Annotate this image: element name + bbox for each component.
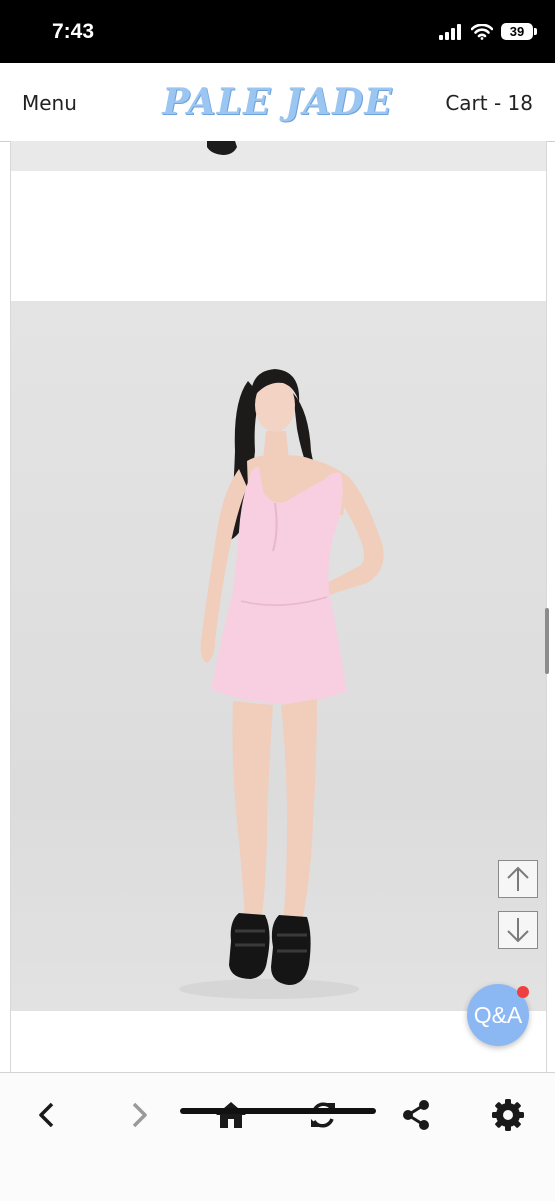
forward-icon xyxy=(132,1102,147,1128)
scroll-bottom-button[interactable] xyxy=(498,911,538,949)
home-button[interactable] xyxy=(209,1093,253,1137)
site-header: Menu PALE JADE Cart - 18 xyxy=(0,63,555,142)
refresh-button[interactable] xyxy=(301,1093,345,1137)
qa-label: Q&A xyxy=(473,1001,523,1028)
arrow-down-icon xyxy=(507,918,529,943)
signal-icon xyxy=(439,23,461,40)
scroll-top-button[interactable] xyxy=(498,860,538,898)
back-icon xyxy=(39,1102,54,1128)
settings-button[interactable] xyxy=(486,1093,530,1137)
share-button[interactable] xyxy=(394,1093,438,1137)
status-bar: 7:43 39 xyxy=(0,0,555,63)
back-button[interactable] xyxy=(25,1093,69,1137)
share-icon xyxy=(403,1100,429,1130)
browser-toolbar xyxy=(0,1072,555,1201)
qa-button[interactable]: Q&A xyxy=(467,984,529,1046)
page-scroll-indicator xyxy=(545,608,549,674)
cart-link[interactable]: Cart - 18 xyxy=(445,91,533,115)
battery-icon: 39 xyxy=(501,23,537,40)
product-photo xyxy=(11,301,546,1011)
status-icons: 39 xyxy=(439,23,537,40)
status-time: 7:43 xyxy=(52,20,95,43)
refresh-icon xyxy=(311,1102,335,1128)
home-icon xyxy=(216,1102,246,1128)
wifi-icon xyxy=(471,23,493,40)
qa-notification-dot xyxy=(517,986,529,998)
arrow-up-icon xyxy=(507,866,529,891)
forward-button[interactable] xyxy=(117,1093,161,1137)
previous-product-photo xyxy=(11,141,546,171)
product-detail-content xyxy=(10,141,547,1072)
home-indicator xyxy=(180,1108,376,1114)
settings-icon xyxy=(492,1099,524,1131)
